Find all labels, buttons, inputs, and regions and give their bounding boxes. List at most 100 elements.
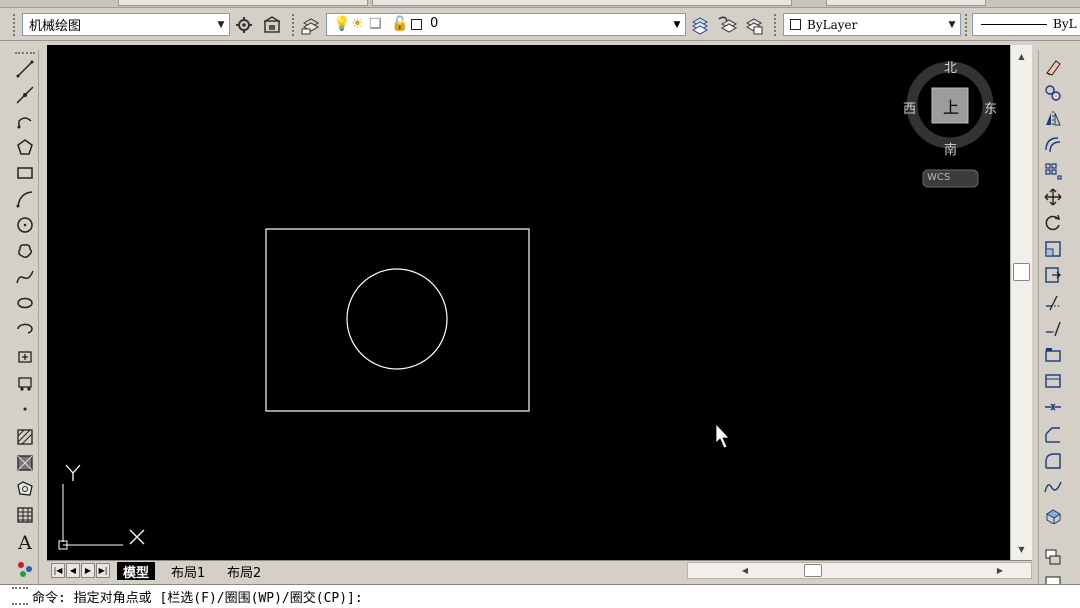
scroll-down-icon[interactable]: ▼ [1011, 542, 1032, 556]
wcs-label: WCS [927, 172, 951, 183]
copy-icon[interactable] [1042, 82, 1064, 104]
stretch-icon[interactable] [1042, 264, 1064, 286]
sun-freeze-icon[interactable]: ☀ [351, 16, 364, 32]
chevron-down-icon[interactable]: ▼ [669, 14, 685, 35]
toolbar-grip[interactable] [965, 14, 969, 36]
offset-icon[interactable] [1042, 134, 1064, 156]
erase-icon[interactable] [1042, 56, 1064, 78]
vertical-scrollbar[interactable]: ▲ ▼ [1010, 45, 1032, 560]
tab-layout1[interactable]: 布局1 [165, 562, 211, 581]
layer-color-swatch[interactable] [411, 18, 422, 34]
mirror-icon[interactable] [1042, 108, 1064, 130]
break-at-point-icon[interactable] [1042, 344, 1064, 366]
drawn-circle[interactable] [346, 268, 448, 370]
drawn-rectangle[interactable] [265, 228, 530, 412]
rectangle-icon[interactable] [14, 162, 36, 184]
polyline-icon[interactable] [14, 110, 36, 132]
chevron-down-icon[interactable]: ▼ [213, 14, 229, 35]
blend-curves-icon[interactable] [1042, 476, 1064, 498]
join-icon[interactable] [1042, 396, 1064, 418]
color-dropdown[interactable]: ByLayer ▼ [783, 13, 961, 36]
command-line[interactable]: 命令: 指定对角点或 [栏选(F)/圈围(WP)/圈交(CP)]: [0, 584, 1080, 608]
polygon-icon[interactable] [14, 136, 36, 158]
first-tab-icon[interactable]: |◀ [51, 563, 65, 578]
make-layer-current-icon[interactable] [690, 15, 710, 35]
fillet-icon[interactable] [1042, 450, 1064, 472]
extend-icon[interactable] [1042, 318, 1064, 340]
layer-previous-icon[interactable] [717, 15, 737, 35]
command-line-grip[interactable] [12, 587, 28, 605]
insert-block-icon[interactable] [14, 346, 36, 368]
chamfer-icon[interactable] [1042, 424, 1064, 446]
toolbar-grip[interactable] [13, 14, 17, 36]
move-icon[interactable] [1042, 186, 1064, 208]
circle-icon[interactable] [14, 214, 36, 236]
region-icon[interactable] [14, 478, 36, 500]
scroll-left-icon[interactable]: ◀ [738, 563, 752, 578]
ellipse-arc-icon[interactable] [14, 318, 36, 340]
lightbulb-icon[interactable]: 💡 [333, 16, 350, 32]
viewport-freeze-icon[interactable]: ❏ [369, 16, 382, 32]
drawing-svg[interactable] [47, 45, 1010, 560]
construction-line-icon[interactable] [14, 84, 36, 106]
gradient-icon[interactable] [14, 452, 36, 474]
top-toolbar-segment [118, 0, 368, 6]
layout-tab-bar: |◀ ◀ ▶ ▶| 模型 布局1 布局2 ◀ ▶ [47, 560, 1032, 581]
linetype-sample [981, 24, 1047, 25]
color-swatch [790, 19, 801, 30]
draworder-icon[interactable] [1042, 546, 1064, 568]
tab-model[interactable]: 模型 [117, 562, 156, 581]
array-icon[interactable] [1042, 160, 1064, 182]
table-icon[interactable] [14, 504, 36, 526]
viewcube-face-label: 上 [943, 98, 960, 117]
break-icon[interactable] [1042, 370, 1064, 392]
scroll-right-icon[interactable]: ▶ [993, 563, 1007, 578]
chevron-down-icon[interactable]: ▼ [944, 14, 960, 35]
prev-tab-icon[interactable]: ◀ [66, 563, 80, 578]
revision-cloud-icon[interactable] [14, 240, 36, 262]
drawing-canvas[interactable]: 北 南 东 西 上 WCS Y X [47, 45, 1010, 560]
arc-icon[interactable] [14, 188, 36, 210]
ellipse-icon[interactable] [14, 292, 36, 314]
command-line-text: 命令: 指定对角点或 [栏选(F)/圈围(WP)/圈交(CP)]: [32, 591, 363, 606]
rotate-icon[interactable] [1042, 212, 1064, 234]
tab-model-label: 模型 [123, 565, 150, 581]
hatch-icon[interactable] [14, 426, 36, 448]
explode-icon[interactable] [1042, 504, 1064, 526]
trim-icon[interactable] [1042, 292, 1064, 314]
horizontal-scrollbar[interactable]: ◀ ▶ [687, 562, 1032, 579]
viewcube[interactable] [906, 61, 994, 188]
horizontal-scroll-thumb[interactable] [804, 564, 822, 577]
next-tab-icon[interactable]: ▶ [81, 563, 95, 578]
top-toolbar-segment [372, 0, 792, 6]
add-selected-icon[interactable] [14, 558, 36, 580]
workspace-settings-icon[interactable] [234, 15, 254, 35]
workspace-value: 机械绘图 [29, 19, 82, 34]
workspace-dropdown[interactable]: 机械绘图 ▼ [22, 13, 230, 36]
lock-icon[interactable]: 🔓 [391, 16, 408, 32]
vertical-scroll-thumb[interactable] [1013, 263, 1030, 281]
scale-icon[interactable] [1042, 238, 1064, 260]
linetype-dropdown[interactable]: ByL [972, 13, 1080, 36]
layer-properties-icon[interactable] [301, 15, 321, 35]
multiline-text-icon[interactable]: A [14, 532, 36, 554]
tab-layout1-label: 布局1 [171, 565, 206, 581]
layer-dropdown[interactable]: 💡 ☀ ❏ 🔓 0 ▼ [326, 13, 686, 36]
tab-layout2-label: 布局2 [227, 565, 262, 581]
make-block-icon[interactable] [14, 372, 36, 394]
last-tab-icon[interactable]: ▶| [96, 563, 110, 578]
scroll-up-icon[interactable]: ▲ [1011, 49, 1032, 63]
tab-layout2[interactable]: 布局2 [221, 562, 267, 581]
workspace-save-icon[interactable] [262, 15, 282, 35]
draw-toolbar: A [11, 50, 39, 584]
toolbar-grip[interactable] [774, 14, 778, 36]
top-toolbar-segment [826, 0, 986, 6]
line-icon[interactable] [14, 58, 36, 80]
layer-value: 0 [430, 16, 439, 31]
layer-state-icon[interactable] [744, 15, 764, 35]
toolbar-grip[interactable] [15, 52, 35, 56]
point-icon[interactable] [14, 398, 36, 420]
spline-icon[interactable] [14, 266, 36, 288]
compass-north-label: 北 [944, 61, 958, 76]
toolbar-grip[interactable] [292, 14, 296, 36]
